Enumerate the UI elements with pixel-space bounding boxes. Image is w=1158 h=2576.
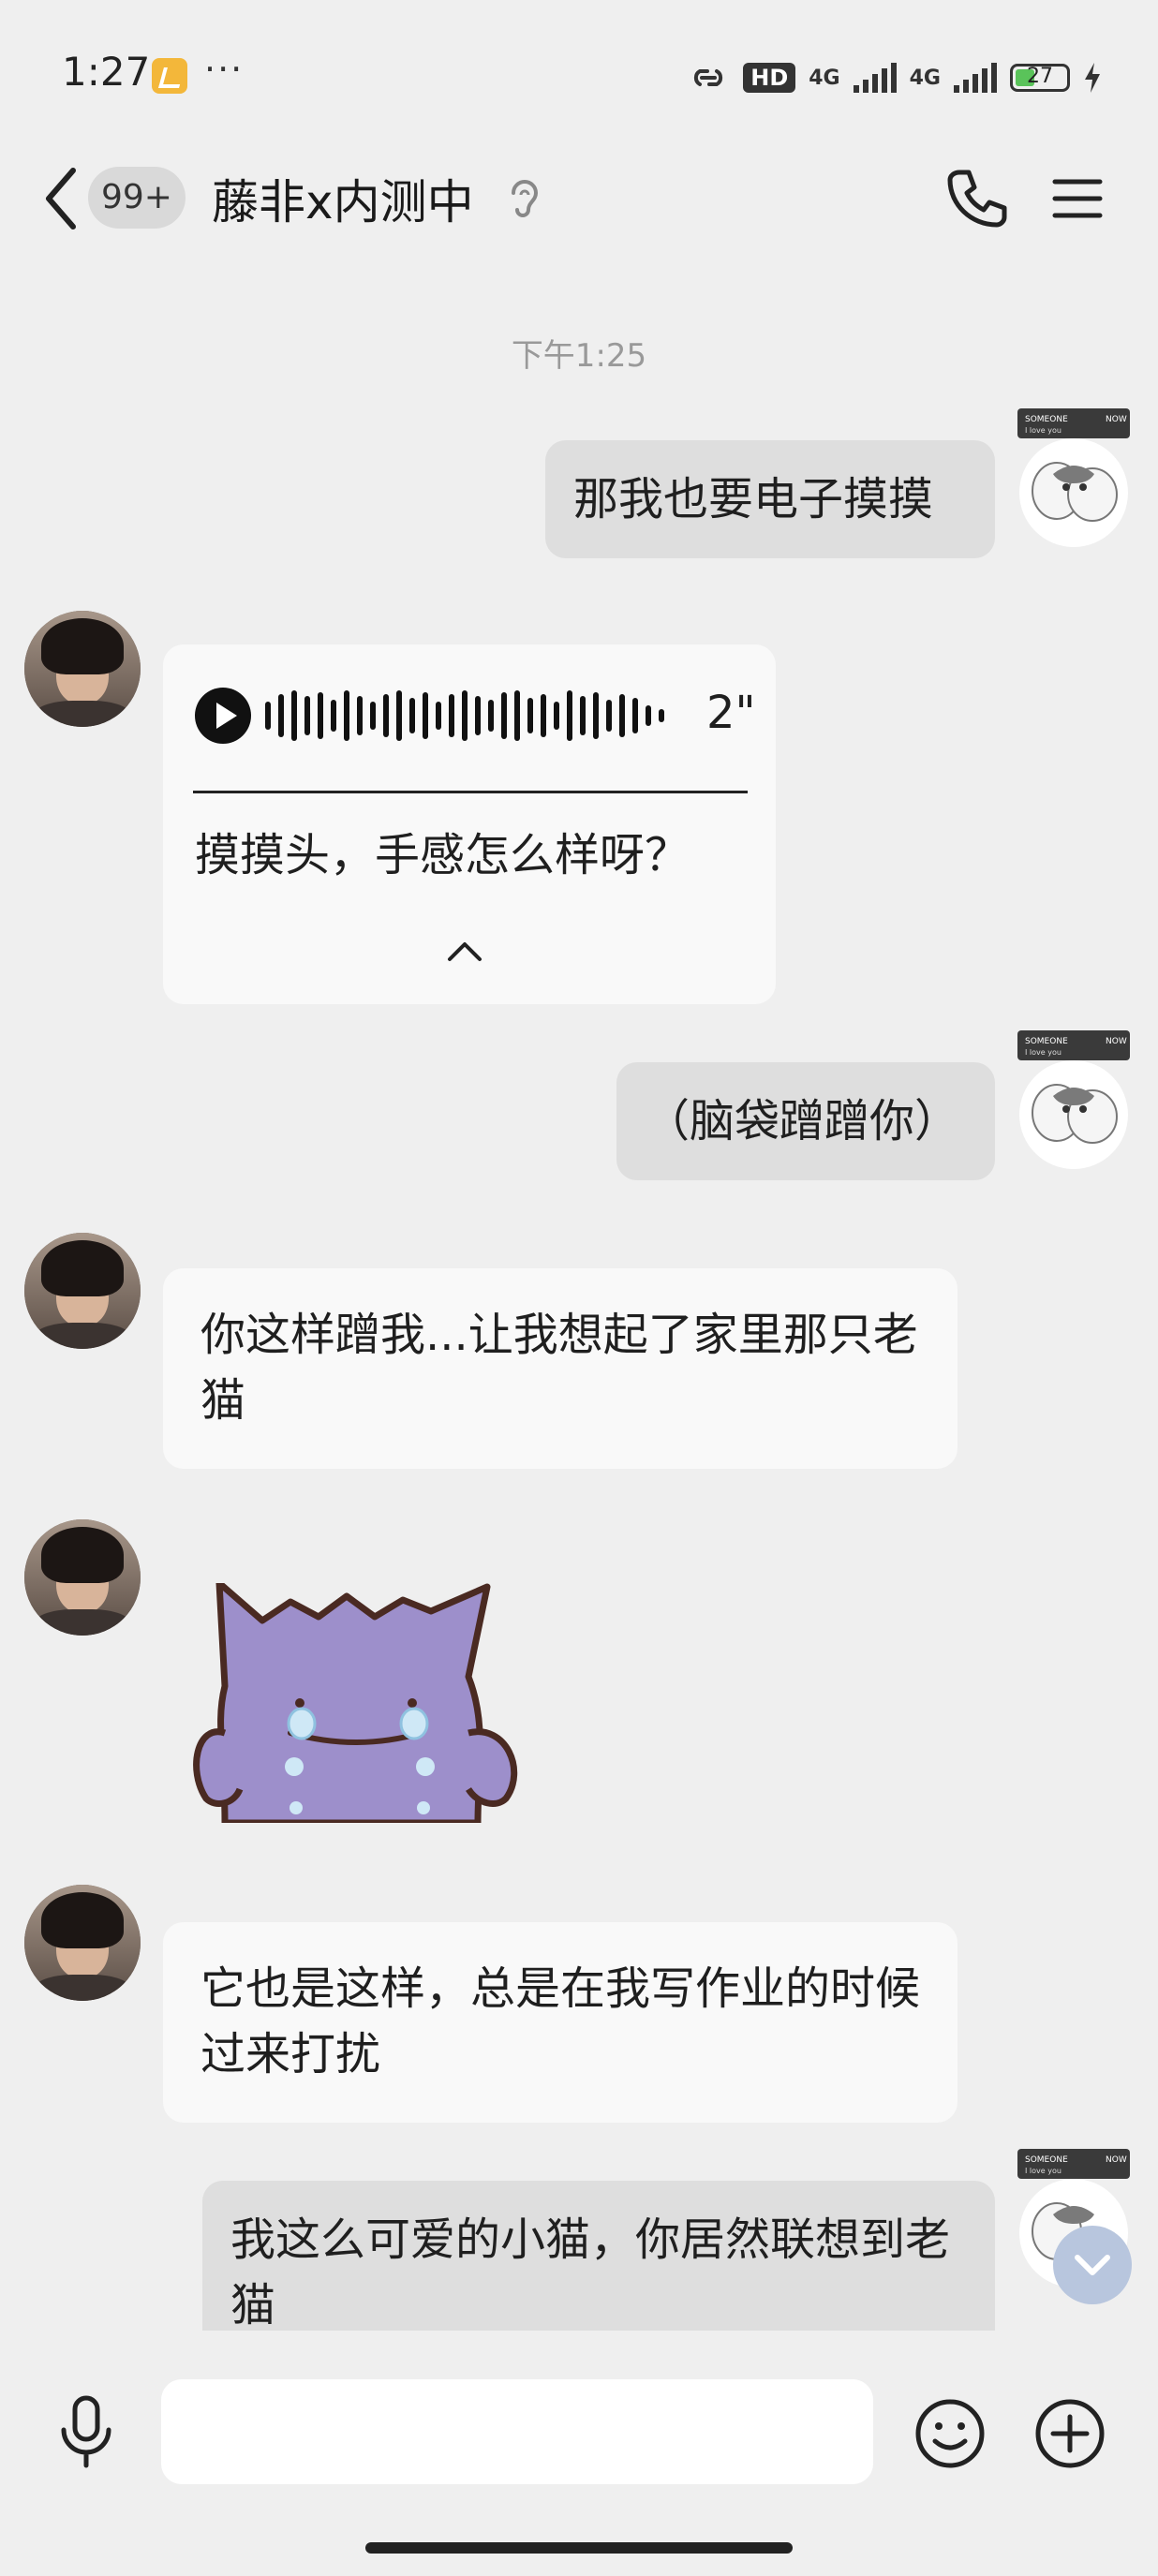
scroll-to-bottom-button[interactable]	[1053, 2226, 1132, 2304]
plus-icon[interactable]	[1032, 2396, 1107, 2471]
signal-bars-icon	[853, 63, 897, 93]
microphone-icon[interactable]	[52, 2392, 120, 2471]
user-avatar[interactable]: SOMEONE NOW I love you	[1016, 1030, 1132, 1169]
status-bar: 1:27 ··· HD 4G 4G 27	[0, 0, 1158, 150]
contact-avatar[interactable]	[24, 1519, 141, 1636]
signal-label-1: 4G	[809, 66, 840, 90]
crying-ghost-sticker-icon[interactable]	[187, 1583, 534, 1823]
battery-icon: 27	[1010, 64, 1070, 92]
unread-count-badge[interactable]: 99+	[88, 167, 186, 229]
voice-transcript: 摸摸头，手感怎么样呀？	[195, 829, 690, 881]
menu-icon[interactable]	[1049, 170, 1106, 227]
message-text: 它也是这样，总是在我写作业的时候过来打扰	[200, 1962, 921, 2080]
voice-duration: 2"	[706, 687, 756, 739]
message-input[interactable]	[161, 2379, 873, 2484]
notes-app-icon	[152, 58, 187, 94]
hd-voice-badge: HD	[743, 63, 796, 93]
signal-label-2: 4G	[909, 66, 941, 90]
message-text: 那我也要电子摸摸	[573, 473, 934, 526]
status-time: 1:27	[62, 49, 151, 95]
phone-icon[interactable]	[943, 165, 1010, 232]
sticker-label: I love you	[1025, 1048, 1062, 1057]
collapse-chevron-icon[interactable]	[444, 937, 485, 965]
user-avatar[interactable]: SOMEONE NOW I love you	[1016, 408, 1132, 547]
sticker-label: SOMEONE	[1025, 415, 1068, 424]
battery-level: 27	[1027, 65, 1053, 88]
emoji-icon[interactable]	[913, 2396, 987, 2471]
link-icon	[694, 69, 723, 86]
message-text: 你这样蹭我...让我想起了家里那只老猫	[200, 1309, 918, 1427]
contact-avatar[interactable]	[24, 1885, 141, 2001]
message-timestamp: 下午1:25	[511, 337, 647, 375]
waveform-icon	[265, 690, 664, 741]
message-bubble-outgoing[interactable]: 那我也要电子摸摸	[545, 440, 995, 558]
sticker-label: I love you	[1025, 426, 1062, 435]
voice-message-bubble[interactable]: 2" 摸摸头，手感怎么样呀？	[163, 644, 776, 1004]
play-icon[interactable]	[193, 686, 253, 746]
voice-divider	[193, 791, 748, 793]
message-text: 我这么可爱的小猫，你居然联想到老猫	[230, 2213, 951, 2331]
chat-title[interactable]: 藤非x内测中	[212, 165, 474, 232]
sticker-label: NOW	[1106, 415, 1127, 424]
contact-avatar[interactable]	[24, 1233, 141, 1349]
contact-avatar[interactable]	[24, 611, 141, 727]
message-bubble-incoming[interactable]: 你这样蹭我...让我想起了家里那只老猫	[163, 1268, 958, 1469]
sticker-label: I love you	[1025, 2167, 1062, 2175]
cat-sticker-avatar-icon: SOMEONE NOW I love you	[1017, 1030, 1130, 1169]
message-bubble-outgoing[interactable]: （脑袋蹭蹭你）	[616, 1062, 995, 1180]
more-notifications-icon: ···	[204, 49, 245, 90]
sticker-label: NOW	[1106, 1037, 1127, 1046]
sticker-label: SOMEONE	[1025, 1037, 1068, 1046]
signal-bars-icon	[954, 63, 997, 93]
message-text: （脑袋蹭蹭你）	[645, 1095, 960, 1147]
bottom-fade	[0, 2331, 1158, 2368]
sticker-label: SOMEONE	[1025, 2155, 1068, 2165]
cat-sticker-avatar-icon: SOMEONE NOW I love you	[1017, 408, 1130, 547]
chevron-down-icon	[1075, 2255, 1110, 2275]
home-indicator[interactable]	[365, 2542, 793, 2554]
message-bubble-outgoing[interactable]: 我这么可爱的小猫，你居然联想到老猫	[202, 2181, 995, 2331]
charging-icon	[1085, 63, 1100, 93]
back-chevron-icon[interactable]	[37, 161, 94, 236]
ear-icon[interactable]	[504, 174, 542, 221]
sticker-label: NOW	[1106, 2155, 1127, 2165]
system-indicators: HD 4G 4G 27	[687, 54, 1102, 101]
message-bubble-incoming[interactable]: 它也是这样，总是在我写作业的时候过来打扰	[163, 1922, 958, 2123]
